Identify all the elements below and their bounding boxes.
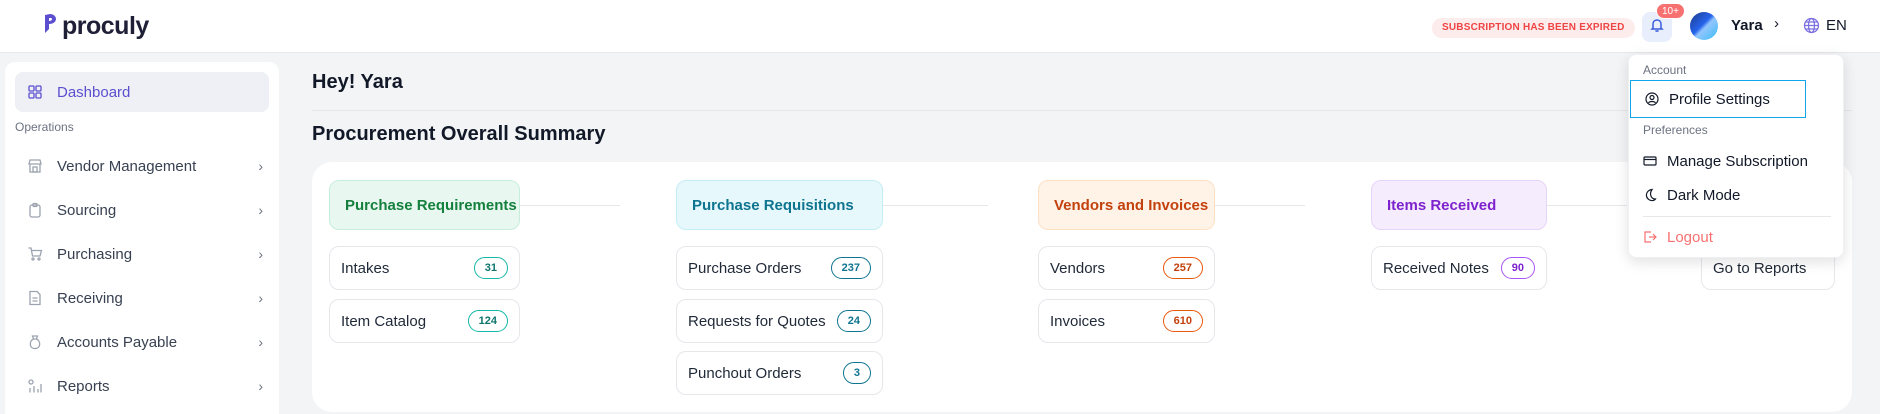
brand-name: proculy: [62, 12, 149, 40]
avatar[interactable]: [1690, 12, 1718, 40]
sidebar-item-sourcing[interactable]: Sourcing ›: [27, 198, 263, 222]
sidebar-item-reports[interactable]: Reports ›: [27, 374, 263, 398]
tile-label: Intakes: [341, 259, 390, 277]
sidebar-item-label: Purchasing: [57, 245, 133, 263]
language-selector[interactable]: EN: [1826, 17, 1847, 34]
menu-item-label: Manage Subscription: [1667, 152, 1808, 170]
page-greeting: Hey! Yara: [312, 71, 403, 93]
column-header-purchase-requisitions[interactable]: Purchase Requisitions: [676, 180, 883, 230]
dark-mode-menu-item[interactable]: Dark Mode: [1629, 180, 1845, 210]
logout-menu-item[interactable]: Logout: [1629, 222, 1845, 252]
count-badge: 3: [842, 362, 871, 384]
menu-item-label: Logout: [1667, 228, 1713, 246]
moon-icon: [1643, 188, 1657, 202]
cart-icon: [27, 246, 43, 262]
notifications-count-badge: 10+: [1656, 3, 1685, 19]
money-bag-icon: [27, 334, 43, 350]
subscription-status-badge: SUBSCRIPTION HAS BEEN EXPIRED: [1432, 18, 1635, 38]
user-name[interactable]: Yara: [1731, 17, 1763, 34]
clipboard-icon: [27, 202, 43, 218]
menu-item-label: Dark Mode: [1667, 186, 1741, 204]
sidebar-item-label: Accounts Payable: [57, 333, 178, 351]
sidebar-item-accounts-payable[interactable]: Accounts Payable ›: [27, 330, 263, 354]
manage-subscription-menu-item[interactable]: Manage Subscription: [1629, 146, 1845, 176]
chevron-right-icon: ›: [258, 334, 263, 350]
count-badge: 237: [830, 257, 871, 279]
store-icon: [27, 158, 43, 174]
chevron-right-icon: ›: [258, 202, 263, 218]
logout-icon: [1643, 230, 1657, 244]
summary-tile-received-notes[interactable]: Received Notes 90: [1371, 246, 1547, 290]
tile-label: Vendors: [1050, 259, 1106, 277]
sidebar-item-vendor-management[interactable]: Vendor Management ›: [27, 154, 263, 178]
top-bar: proculy SUBSCRIPTION HAS BEEN EXPIRED 10…: [0, 0, 1880, 53]
document-icon: [27, 290, 43, 306]
page-title: Procurement Overall Summary: [312, 123, 606, 145]
count-badge: 124: [467, 310, 508, 332]
grid-icon: [27, 84, 43, 100]
profile-settings-menu-item[interactable]: Profile Settings: [1630, 80, 1806, 118]
summary-card: Purchase Requirements Intakes 31 Item Ca…: [312, 162, 1852, 412]
summary-tile-purchase-orders[interactable]: Purchase Orders 237: [676, 246, 883, 290]
tile-label: Requests for Quotes: [688, 312, 826, 330]
sidebar-item-label: Sourcing: [57, 201, 117, 219]
tile-label: Item Catalog: [341, 312, 427, 330]
dropdown-section-preferences: Preferences: [1643, 123, 1708, 137]
menu-item-label: Profile Settings: [1669, 90, 1770, 108]
summary-tile-item-catalog[interactable]: Item Catalog 124: [329, 299, 520, 343]
globe-icon[interactable]: [1803, 17, 1820, 39]
brand-logo[interactable]: proculy: [42, 12, 149, 41]
sidebar: Dashboard Operations Vendor Management ›…: [5, 62, 279, 414]
connector-line: [1547, 205, 1627, 206]
sidebar-item-label: Receiving: [57, 289, 123, 307]
sidebar-section-label: Operations: [15, 120, 74, 134]
tile-label: Purchase Orders: [688, 259, 802, 277]
count-badge: 31: [473, 257, 508, 279]
connector-line: [520, 205, 620, 206]
summary-tile-requests-for-quotes[interactable]: Requests for Quotes 24: [676, 299, 883, 343]
sidebar-item-purchasing[interactable]: Purchasing ›: [27, 242, 263, 266]
profile-dropdown-menu: Account Profile Settings Preferences Man…: [1628, 54, 1844, 258]
sidebar-item-receiving[interactable]: Receiving ›: [27, 286, 263, 310]
sidebar-item-dashboard[interactable]: Dashboard: [27, 80, 263, 104]
count-badge: 257: [1162, 257, 1203, 279]
column-header-vendors-and-invoices[interactable]: Vendors and Invoices: [1038, 180, 1215, 230]
connector-line: [883, 205, 988, 206]
sidebar-item-label: Reports: [57, 377, 110, 395]
chevron-right-icon: ›: [258, 378, 263, 394]
column-header-purchase-requirements[interactable]: Purchase Requirements: [329, 180, 520, 230]
dropdown-divider: [1643, 216, 1831, 217]
credit-card-icon: [1643, 154, 1657, 168]
dropdown-section-account: Account: [1643, 63, 1687, 77]
summary-tile-vendors[interactable]: Vendors 257: [1038, 246, 1215, 290]
chevron-right-icon: ›: [258, 290, 263, 306]
bell-icon: [1649, 17, 1665, 38]
count-badge: 90: [1500, 257, 1535, 279]
chevron-right-icon[interactable]: ›: [1774, 15, 1779, 32]
chevron-right-icon: ›: [258, 158, 263, 174]
summary-tile-punchout-orders[interactable]: Punchout Orders 3: [676, 351, 883, 395]
tile-label: Invoices: [1050, 312, 1106, 330]
summary-tile-intakes[interactable]: Intakes 31: [329, 246, 520, 290]
summary-tile-invoices[interactable]: Invoices 610: [1038, 299, 1215, 343]
connector-line: [1215, 205, 1305, 206]
logo-mark-icon: [42, 12, 58, 41]
sidebar-item-label: Dashboard: [57, 83, 131, 101]
column-header-items-received[interactable]: Items Received: [1371, 180, 1547, 230]
chart-icon: [27, 378, 43, 394]
sidebar-item-label: Vendor Management: [57, 157, 197, 175]
count-badge: 610: [1162, 310, 1203, 332]
divider: [312, 110, 1852, 111]
tile-label: Received Notes: [1383, 259, 1489, 277]
user-circle-icon: [1645, 92, 1659, 106]
count-badge: 24: [836, 310, 871, 332]
tile-label: Punchout Orders: [688, 364, 802, 382]
chevron-right-icon: ›: [258, 246, 263, 262]
